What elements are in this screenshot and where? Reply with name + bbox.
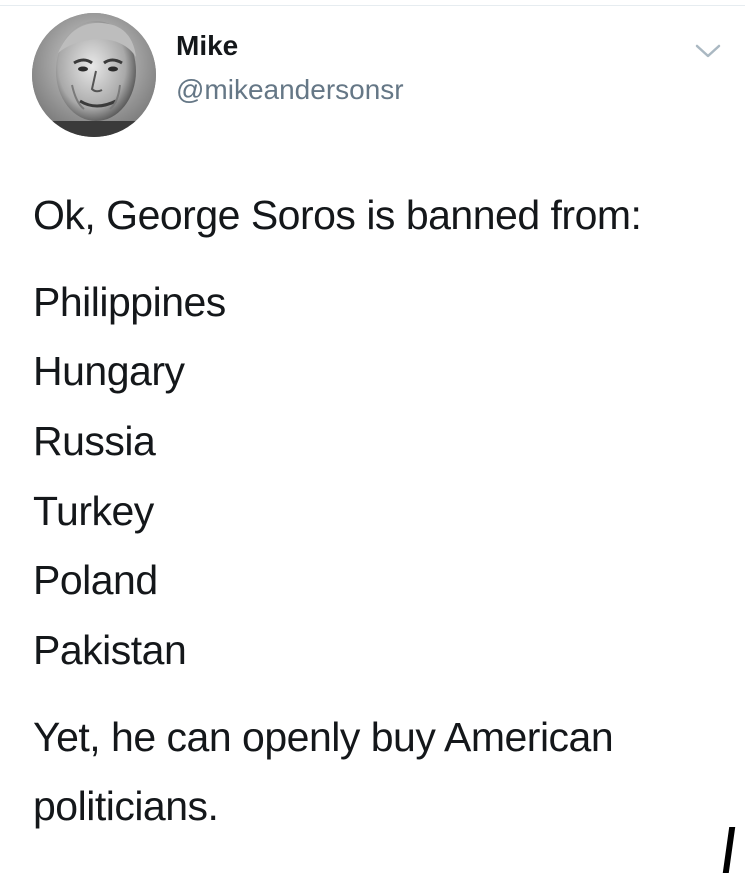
text-cursor-mark <box>722 827 736 873</box>
country-item: Pakistan <box>33 627 187 673</box>
chevron-down-icon[interactable] <box>692 40 724 62</box>
author-avatar[interactable] <box>32 13 156 137</box>
tweet-closing-line: Yet, he can openly buy American <box>33 714 614 760</box>
country-item: Turkey <box>33 488 154 534</box>
country-item: Hungary <box>33 348 185 394</box>
country-item: Russia <box>33 418 156 464</box>
avatar-photo-icon <box>32 13 156 137</box>
author-handle[interactable]: @mikeandersonsr <box>176 74 404 106</box>
tweet-closing-line: politicians. <box>33 783 219 829</box>
country-item: Poland <box>33 557 158 603</box>
top-divider <box>0 0 745 6</box>
author-display-name[interactable]: Mike <box>176 30 238 62</box>
tweet-intro: Ok, George Soros is banned from: <box>33 192 642 238</box>
country-item: Philippines <box>33 279 226 325</box>
